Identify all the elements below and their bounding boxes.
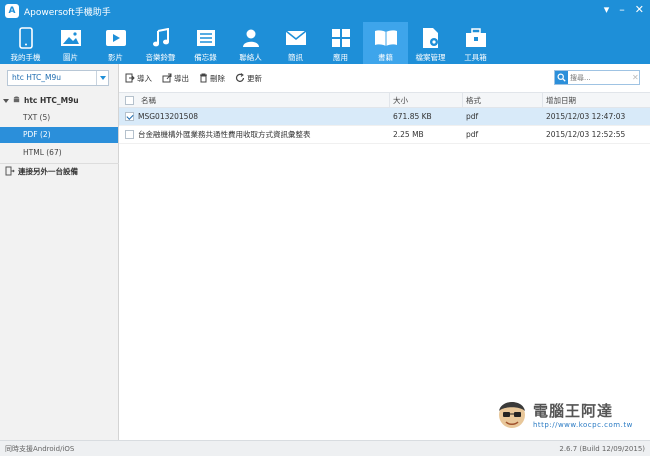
export-label: 導出 [174, 73, 189, 83]
sidebar-item-html[interactable]: HTML (67) [0, 145, 118, 161]
watermark-url: http://www.kocpc.com.tw [533, 420, 633, 429]
sidebar: htc HTC_M9u htc HTC_M9u TXT (5) PDF (2) … [0, 64, 119, 440]
export-icon [162, 73, 172, 83]
export-button[interactable]: 導出 [162, 73, 189, 84]
import-button[interactable]: 導入 [125, 73, 152, 84]
phone-icon [18, 26, 33, 50]
minimize-button[interactable]: – [619, 3, 625, 17]
column-header-format[interactable]: 格式 [462, 93, 481, 107]
version-label: 2.6.7 (Build 12/09/2015) [559, 444, 645, 453]
tab-label: 影片 [108, 53, 123, 62]
connect-another-device[interactable]: 連接另外一台設備 [0, 163, 119, 179]
message-icon [285, 26, 307, 50]
import-icon [125, 73, 135, 83]
sidebar-item-txt[interactable]: TXT (5) [0, 110, 118, 126]
column-header-name[interactable]: 名稱 [138, 93, 156, 107]
window-controls: ▾ – ✕ [604, 3, 644, 17]
status-bar: 同時支援Android/iOS 2.6.7 (Build 12/09/2015) [0, 440, 650, 456]
search-icon[interactable] [555, 71, 568, 84]
book-table: 名稱 大小 格式 增加日期 MSG013201508 671.85 KB pdf… [119, 92, 650, 144]
tab-toolbox[interactable]: 工具箱 [453, 22, 498, 64]
book-icon [374, 26, 398, 50]
device-select-value: htc HTC_M9u [12, 73, 61, 82]
row-format: pdf [466, 130, 479, 139]
connect-label: 連接另外一台設備 [18, 167, 78, 176]
tab-label: 檔案管理 [415, 53, 446, 62]
mascot-icon [499, 402, 525, 428]
tab-books[interactable]: 書籍 [363, 22, 408, 64]
tab-messages[interactable]: 簡訊 [273, 22, 318, 64]
tab-file-manager[interactable]: 檔案管理 [408, 22, 453, 64]
android-icon [12, 95, 21, 106]
refresh-button[interactable]: 更新 [235, 73, 262, 84]
title-bar: A Apowersoft手機助手 ▾ – ✕ [0, 0, 650, 22]
tab-label: 音樂鈴聲 [145, 53, 176, 62]
tab-music[interactable]: 音樂鈴聲 [138, 22, 183, 64]
device-name: htc HTC_M9u [24, 96, 79, 105]
tab-memo[interactable]: 備忘錄 [183, 22, 228, 64]
refresh-icon [235, 73, 245, 82]
tab-pictures[interactable]: 圖片 [48, 22, 93, 64]
table-header: 名稱 大小 格式 增加日期 [119, 92, 650, 108]
search-input[interactable] [570, 71, 630, 84]
file-manager-icon [421, 26, 441, 50]
row-date: 2015/12/03 12:47:03 [546, 112, 626, 121]
apps-icon [331, 26, 350, 50]
column-header-date[interactable]: 增加日期 [542, 93, 576, 107]
toolbox-icon [465, 26, 487, 50]
row-name: 台金融機構外匯業務共通性費用收取方式資訊彙整表 [138, 130, 311, 139]
menu-dropdown-icon[interactable]: ▾ [604, 3, 610, 17]
expand-triangle-icon[interactable] [3, 98, 9, 103]
close-button[interactable]: ✕ [635, 3, 644, 17]
tab-label: 工具箱 [464, 53, 487, 62]
row-checkbox[interactable] [125, 112, 134, 121]
delete-label: 刪除 [210, 73, 225, 83]
video-icon [105, 26, 127, 50]
app-title: Apowersoft手機助手 [24, 7, 111, 18]
table-row[interactable]: 台金融機構外匯業務共通性費用收取方式資訊彙整表 2.25 MB pdf 2015… [119, 126, 650, 144]
main-toolbar: 我的手機 圖片 影片 音樂鈴聲 備忘錄 聯絡人 簡訊 應用 書籍 檔案管理 工具… [0, 22, 650, 64]
tab-label: 簡訊 [288, 53, 303, 62]
row-format: pdf [466, 112, 479, 121]
tab-label: 聯絡人 [239, 53, 262, 62]
refresh-label: 更新 [247, 73, 262, 83]
tab-label: 我的手機 [10, 53, 41, 62]
trash-icon [200, 73, 207, 83]
app-logo-icon: A [5, 4, 19, 18]
row-date: 2015/12/03 12:52:55 [546, 130, 626, 139]
table-row[interactable]: MSG013201508 671.85 KB pdf 2015/12/03 12… [119, 108, 650, 126]
column-header-size[interactable]: 大小 [389, 93, 408, 107]
row-checkbox[interactable] [125, 130, 134, 139]
tab-videos[interactable]: 影片 [93, 22, 138, 64]
select-all-checkbox[interactable] [125, 95, 134, 105]
device-tree-header[interactable]: htc HTC_M9u [0, 93, 119, 108]
watermark-text: 電腦王阿達 [533, 401, 614, 420]
connect-device-icon [5, 166, 15, 178]
chevron-down-icon[interactable] [96, 71, 108, 85]
tab-label: 應用 [333, 53, 348, 62]
delete-button[interactable]: 刪除 [199, 73, 225, 84]
device-select[interactable]: htc HTC_M9u [7, 70, 109, 86]
watermark: 電腦王阿達 http://www.kocpc.com.tw [495, 392, 645, 436]
picture-icon [60, 26, 82, 50]
contact-icon [241, 26, 261, 50]
tab-label: 書籍 [378, 53, 393, 62]
tab-contacts[interactable]: 聯絡人 [228, 22, 273, 64]
tab-my-phone[interactable]: 我的手機 [3, 22, 48, 64]
status-left: 同時支援Android/iOS [5, 444, 75, 453]
action-bar: 導入 導出 刪除 更新 ✕ [119, 64, 650, 92]
search-box: ✕ [554, 70, 640, 85]
music-icon [151, 26, 171, 50]
tab-label: 圖片 [63, 53, 78, 62]
clear-search-icon[interactable]: ✕ [632, 73, 639, 82]
memo-icon [196, 26, 216, 50]
row-name: MSG013201508 [138, 112, 198, 121]
import-label: 導入 [137, 73, 152, 83]
row-size: 2.25 MB [393, 130, 424, 139]
row-size: 671.85 KB [393, 112, 432, 121]
tab-label: 備忘錄 [194, 53, 217, 62]
tab-apps[interactable]: 應用 [318, 22, 363, 64]
sidebar-item-pdf[interactable]: PDF (2) [0, 127, 118, 143]
